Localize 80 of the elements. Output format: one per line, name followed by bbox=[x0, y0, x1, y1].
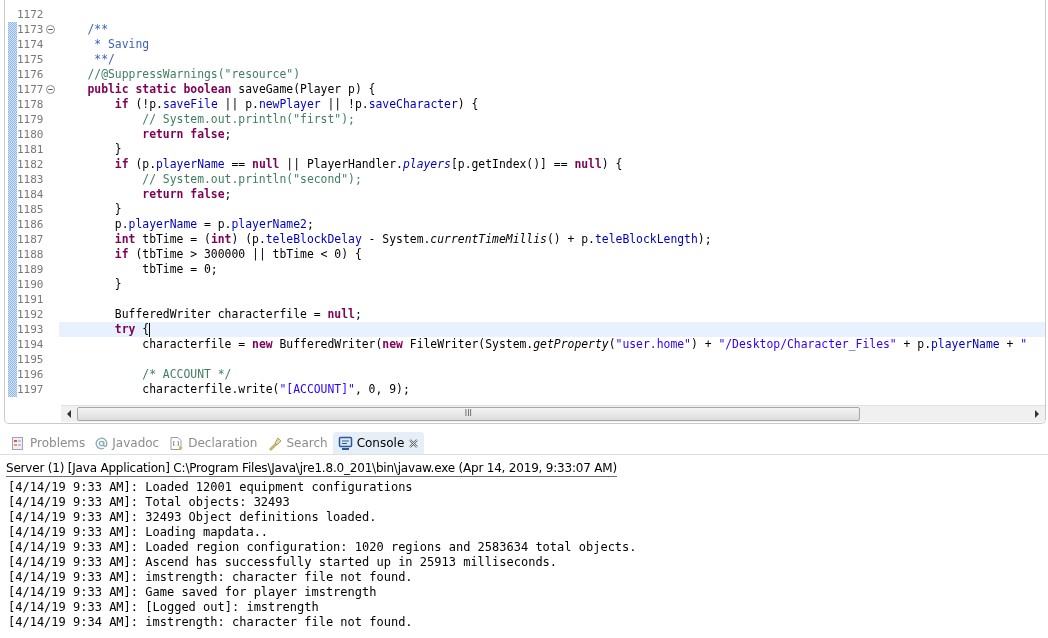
code-editor[interactable] bbox=[4, 0, 1046, 424]
console-line: [4/14/19 9:33 AM]: Total objects: 32493 bbox=[8, 495, 291, 510]
panel-tab[interactable]: Javadoc bbox=[90, 432, 165, 454]
collapse-icon[interactable] bbox=[46, 25, 55, 34]
code-line: } bbox=[113, 277, 122, 292]
line-number: 1196 bbox=[17, 367, 45, 382]
line-number: 1180 bbox=[17, 127, 45, 142]
collapse-icon[interactable] bbox=[46, 85, 55, 94]
line-number: 1181 bbox=[17, 142, 45, 157]
line-number: 1195 bbox=[17, 352, 45, 367]
line-number: 1176 bbox=[17, 67, 45, 82]
scroll-right-icon[interactable] bbox=[1033, 410, 1041, 418]
code-line: **/ bbox=[93, 52, 115, 67]
console-line: [4/14/19 9:34 AM]: imstrength: character file not found. bbox=[8, 615, 414, 630]
code-line: // System.out.println("second"); bbox=[141, 172, 362, 187]
list-icon bbox=[11, 435, 26, 451]
line-number: 1184 bbox=[17, 187, 45, 202]
code-line: } bbox=[113, 142, 122, 157]
code-line: // System.out.println("first"); bbox=[141, 112, 355, 127]
panel-tab[interactable]: Declaration bbox=[164, 432, 263, 454]
code-line: characterfile.write("[ACCOUNT]", 0, 9); bbox=[141, 382, 410, 397]
line-number: 1178 bbox=[17, 97, 45, 112]
console-line: [4/14/19 9:33 AM]: imstrength: character file not found. bbox=[8, 570, 414, 585]
code-line: p.playerName = p.playerName2; bbox=[113, 217, 314, 232]
code-line: if (!p.saveFile || p.newPlayer || !p.saveCharacter) { bbox=[113, 97, 479, 112]
line-number: 1182 bbox=[17, 157, 45, 172]
document-icon bbox=[169, 435, 185, 451]
code-line: if (tbTime > 300000 || tbTime < 0) { bbox=[113, 247, 362, 262]
horizontal-scrollbar[interactable]: III bbox=[61, 405, 1045, 422]
at-sign-icon bbox=[95, 436, 109, 450]
code-line: /* ACCOUNT */ bbox=[141, 367, 232, 382]
line-number: 1191 bbox=[17, 292, 45, 307]
monitor-icon bbox=[337, 435, 353, 451]
panel-tab[interactable]: Search bbox=[262, 432, 333, 454]
line-number: 1175 bbox=[17, 52, 45, 67]
code-line: try { bbox=[113, 322, 150, 337]
code-line: tbTime = 0; bbox=[141, 262, 218, 277]
line-number: 1189 bbox=[17, 262, 45, 277]
text-cursor bbox=[149, 322, 151, 337]
console-line: [4/14/19 9:33 AM]: Loaded 12001 equipment configurations bbox=[8, 480, 414, 495]
line-number: 1193 bbox=[17, 322, 45, 337]
flashlight-icon bbox=[267, 435, 283, 451]
line-number: 1172 bbox=[17, 7, 45, 22]
code-line: public static boolean saveGame(Player p) { bbox=[86, 82, 376, 97]
console-line: [4/14/19 9:33 AM]: Ascend has successfully started up in 25913 milliseconds. bbox=[8, 555, 559, 570]
line-number: 1173 bbox=[17, 22, 45, 37]
line-number: 1190 bbox=[17, 277, 45, 292]
line-number: 1197 bbox=[17, 382, 45, 397]
console-line: [4/14/19 9:33 AM]: [Logged out]: imstrength bbox=[8, 600, 320, 615]
code-line: /** bbox=[86, 22, 108, 37]
code-line: return false; bbox=[141, 187, 232, 202]
line-number: 1186 bbox=[17, 217, 45, 232]
process-label: Server (1) [Java Application] C:\Program Files\Java\jre1.8.0_201\bin\javaw.exe (Apr 14, 2019, 9:33:07 AM) bbox=[6, 460, 617, 477]
console-line: [4/14/19 9:33 AM]: Loaded region configuration: 1020 regions and 2583634 total objects. bbox=[8, 540, 638, 555]
panel-tab[interactable]: Problems bbox=[6, 432, 91, 454]
line-number: 1179 bbox=[17, 112, 45, 127]
line-number: 1188 bbox=[17, 247, 45, 262]
code-line: characterfile = new BufferedWriter(new FileWriter(System.getProperty("user.home") + "/Desktop/Character_Files" + p.playerName + " bbox=[141, 337, 1028, 352]
line-number: 1174 bbox=[17, 37, 45, 52]
scroll-grip: III bbox=[464, 410, 472, 418]
line-number: 1194 bbox=[17, 337, 45, 352]
close-icon[interactable] bbox=[408, 437, 420, 449]
code-line: } bbox=[113, 202, 122, 217]
code-line: int tbTime = (int) (p.teleBlockDelay - System.currentTimeMillis() + p.teleBlockLength); bbox=[113, 232, 712, 247]
line-number: 1187 bbox=[17, 232, 45, 247]
line-number: 1177 bbox=[17, 82, 45, 97]
line-number: 1185 bbox=[17, 202, 45, 217]
code-line: if (p.playerName == null || PlayerHandler.players[p.getIndex()] == null) { bbox=[113, 157, 623, 172]
line-number: 1183 bbox=[17, 172, 45, 187]
console-line: [4/14/19 9:33 AM]: 32493 Object definitions loaded. bbox=[8, 510, 378, 525]
code-line: return false; bbox=[141, 127, 232, 142]
scroll-left-icon[interactable] bbox=[65, 410, 73, 418]
code-line: //@SuppressWarnings("resource") bbox=[86, 67, 301, 82]
code-line: * Saving bbox=[93, 37, 150, 52]
console-line: [4/14/19 9:33 AM]: Loading mapdata.. bbox=[8, 525, 270, 540]
code-line: BufferedWriter characterfile = null; bbox=[113, 307, 362, 322]
scrollbar-thumb[interactable]: III bbox=[77, 407, 860, 421]
line-number: 1192 bbox=[17, 307, 45, 322]
console-line: [4/14/19 9:33 AM]: Game saved for player imstrength bbox=[8, 585, 378, 600]
panel-tab[interactable]: Console bbox=[332, 432, 425, 454]
